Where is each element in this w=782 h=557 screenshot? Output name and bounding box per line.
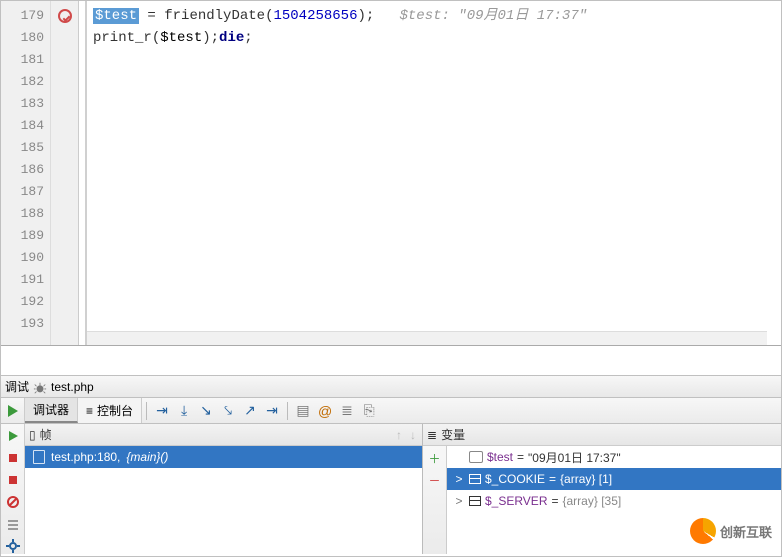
line-number: 190 bbox=[1, 247, 44, 269]
frames-panel: ▯ 帧 ↑ ↓ test.php:180, {main}() bbox=[25, 424, 423, 554]
line-number: 186 bbox=[1, 159, 44, 181]
frame-main: {main}() bbox=[126, 446, 168, 468]
debug-panels: ▯ 帧 ↑ ↓ test.php:180, {main}() ≣ 变量 ＋ － … bbox=[1, 424, 781, 554]
console-icon: ≡ bbox=[86, 404, 93, 418]
line-number: 180 bbox=[1, 27, 44, 49]
gap bbox=[1, 346, 781, 376]
value-icon bbox=[469, 451, 483, 463]
bug-icon bbox=[33, 380, 47, 394]
gear-button[interactable] bbox=[5, 538, 21, 554]
debug-panel-header: 调试 test.php bbox=[1, 376, 781, 398]
array-icon bbox=[469, 474, 481, 484]
line-number: 191 bbox=[1, 269, 44, 291]
frame-row-selected[interactable]: test.php:180, {main}() bbox=[25, 446, 422, 468]
line-number: 192 bbox=[1, 291, 44, 313]
debug-label: 调试 bbox=[5, 376, 29, 398]
at-button[interactable]: @ bbox=[314, 400, 336, 422]
var-value: {array} [1] bbox=[560, 472, 612, 486]
var-name: $_SERVER bbox=[485, 494, 547, 508]
stop-button[interactable] bbox=[5, 450, 21, 466]
tab-console[interactable]: ≡ 控制台 bbox=[78, 398, 142, 423]
add-watch-icon[interactable]: ＋ bbox=[427, 450, 443, 466]
run-button[interactable] bbox=[1, 398, 25, 423]
frames-icon: ▯ bbox=[29, 424, 36, 446]
line-number: 193 bbox=[1, 313, 44, 335]
array-icon bbox=[469, 496, 481, 506]
line-number: 185 bbox=[1, 137, 44, 159]
code-line[interactable]: $test = friendlyDate(1504258656); $test:… bbox=[93, 5, 781, 27]
list-button[interactable]: ≣ bbox=[336, 400, 358, 422]
expand-toggle[interactable]: > bbox=[453, 472, 465, 486]
tab-debugger[interactable]: 调试器 bbox=[25, 398, 78, 423]
expand-toggle[interactable]: > bbox=[453, 494, 465, 508]
frames-down[interactable]: ↓ bbox=[408, 424, 418, 446]
frame-file: test.php:180, bbox=[51, 446, 120, 468]
run-green-button[interactable] bbox=[5, 428, 21, 444]
stop2-button[interactable] bbox=[5, 472, 21, 488]
line-number: 182 bbox=[1, 71, 44, 93]
line-number: 184 bbox=[1, 115, 44, 137]
vars-title: 变量 bbox=[441, 424, 465, 446]
debug-toolbar: 调试器 ≡ 控制台 ⇥⤓↘⤥↗⇥▤@≣⎘ bbox=[1, 398, 781, 424]
gutter-markers bbox=[51, 1, 79, 345]
gutter: 1791801811821831841851861871881891901911… bbox=[1, 1, 51, 345]
variable-row[interactable]: > $_COOKIE = {array} [1] bbox=[447, 468, 781, 490]
h-scrollbar[interactable] bbox=[87, 331, 767, 345]
var-name: $_COOKIE bbox=[485, 472, 545, 486]
var-value: {array} [35] bbox=[563, 494, 622, 508]
separator bbox=[287, 402, 288, 420]
calculator-button[interactable]: ▤ bbox=[292, 400, 314, 422]
tab-debugger-label: 调试器 bbox=[33, 401, 69, 418]
line-number: 188 bbox=[1, 203, 44, 225]
stack-button[interactable] bbox=[5, 516, 21, 532]
line-number: 183 bbox=[1, 93, 44, 115]
frames-header: ▯ 帧 ↑ ↓ bbox=[25, 424, 422, 446]
frames-title: 帧 bbox=[40, 424, 52, 446]
line-number: 179 bbox=[1, 5, 44, 27]
line-number: 187 bbox=[1, 181, 44, 203]
step-down-button[interactable]: ⤓ bbox=[173, 400, 195, 422]
block-button[interactable] bbox=[5, 494, 21, 510]
breakpoint-hit-icon[interactable] bbox=[58, 9, 72, 23]
debug-left-actions bbox=[1, 424, 25, 554]
play-icon bbox=[8, 405, 18, 417]
variable-row[interactable]: $test = "09月01日 17:37" bbox=[447, 446, 781, 468]
line-number: 189 bbox=[1, 225, 44, 247]
frames-list[interactable]: test.php:180, {main}() bbox=[25, 446, 422, 554]
step-deep-button[interactable]: ⤥ bbox=[217, 400, 239, 422]
step-out-button[interactable]: ↗ bbox=[239, 400, 261, 422]
code-area[interactable]: $test = friendlyDate(1504258656); $test:… bbox=[87, 1, 781, 345]
frames-up[interactable]: ↑ bbox=[394, 424, 404, 446]
line-number: 181 bbox=[1, 49, 44, 71]
run-to-button[interactable]: ⇥ bbox=[261, 400, 283, 422]
var-value: "09月01日 17:37" bbox=[528, 449, 621, 466]
step-into-button[interactable]: ↘ bbox=[195, 400, 217, 422]
var-name: $test bbox=[487, 450, 513, 464]
variables-header: ≣ 变量 bbox=[423, 424, 781, 446]
tab-console-label: 控制台 bbox=[97, 402, 133, 419]
debug-file: test.php bbox=[51, 376, 94, 398]
vars-toolbar: ＋ － bbox=[423, 446, 447, 554]
clipboard-button[interactable]: ⎘ bbox=[358, 400, 380, 422]
code-line[interactable]: print_r($test);die; bbox=[93, 27, 781, 49]
editor-pane: 1791801811821831841851861871881891901911… bbox=[1, 1, 781, 346]
variables-panel: ≣ 变量 ＋ － $test = "09月01日 17:37"> $_COOKI… bbox=[423, 424, 781, 554]
vars-icon: ≣ bbox=[427, 424, 437, 446]
separator bbox=[146, 402, 147, 420]
remove-watch-icon[interactable]: － bbox=[427, 472, 443, 488]
vars-tree[interactable]: $test = "09月01日 17:37"> $_COOKIE = {arra… bbox=[447, 446, 781, 554]
php-file-icon bbox=[33, 450, 45, 464]
variable-row[interactable]: > $_SERVER = {array} [35] bbox=[447, 490, 781, 512]
resume-button[interactable]: ⇥ bbox=[151, 400, 173, 422]
